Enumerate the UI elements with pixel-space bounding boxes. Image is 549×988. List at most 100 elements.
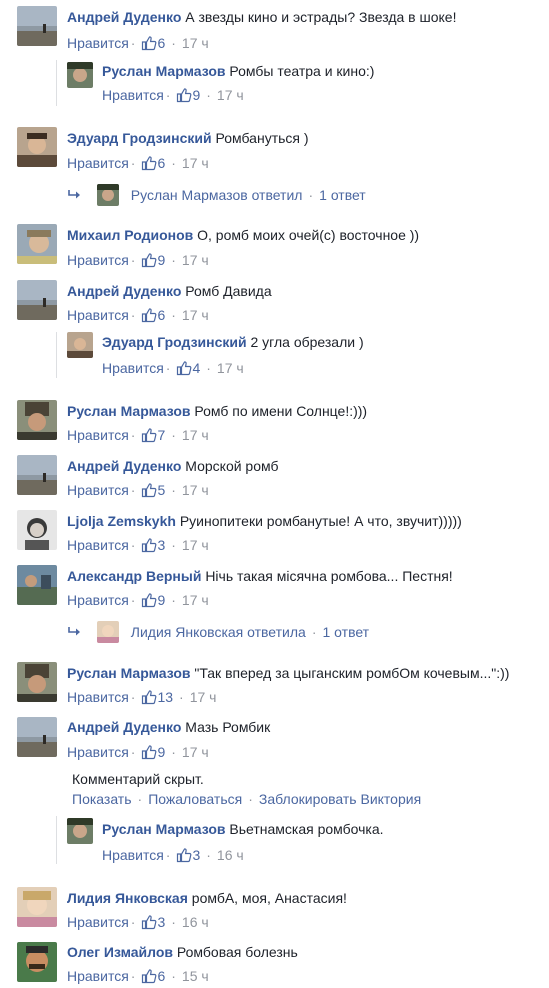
author-link[interactable]: Олег Измайлов	[67, 944, 173, 960]
report-link[interactable]: Пожаловаться	[148, 791, 242, 807]
avatar[interactable]	[17, 455, 57, 495]
like-button[interactable]: Нравится	[67, 914, 129, 930]
timestamp[interactable]: 17 ч	[182, 482, 209, 498]
avatar[interactable]	[17, 127, 57, 167]
timestamp[interactable]: 17 ч	[182, 35, 209, 51]
like-count[interactable]: 9	[157, 252, 165, 268]
timestamp[interactable]: 17 ч	[217, 87, 244, 103]
timestamp[interactable]: 16 ч	[182, 914, 209, 930]
author-link[interactable]: Эдуард Гродзинский	[67, 130, 212, 146]
timestamp[interactable]: 17 ч	[182, 744, 209, 760]
thumbs-up-icon	[142, 156, 157, 171]
comment-text: Нічь такая місячна ромбова... Пестня!	[205, 568, 453, 584]
comment-actions: Нравится · 3 · 16 ч	[102, 847, 244, 863]
like-count[interactable]: 5	[157, 482, 165, 498]
avatar[interactable]	[67, 62, 93, 88]
like-count[interactable]: 13	[157, 689, 173, 705]
author-link[interactable]: Андрей Дуденко	[67, 719, 181, 735]
show-link[interactable]: Показать	[72, 791, 132, 807]
avatar[interactable]	[67, 332, 93, 358]
like-button[interactable]: Нравится	[102, 87, 164, 103]
like-button[interactable]: Нравится	[67, 427, 129, 443]
like-button[interactable]: Нравится	[102, 360, 164, 376]
like-count[interactable]: 9	[157, 744, 165, 760]
block-link[interactable]: Заблокировать Виктория	[259, 791, 421, 807]
avatar[interactable]	[17, 887, 57, 927]
like-button[interactable]: Нравится	[67, 155, 129, 171]
thumbs-up-icon	[142, 253, 157, 268]
thumbs-up-icon	[177, 88, 192, 103]
avatar[interactable]	[17, 565, 57, 605]
comment-body: Андрей Дуденко Морской ромб	[67, 457, 279, 475]
comment-body: Эдуард Гродзинский 2 угла обрезали )	[102, 333, 364, 351]
timestamp[interactable]: 17 ч	[182, 307, 209, 323]
like-count[interactable]: 4	[192, 360, 200, 376]
reply-count[interactable]: 1 ответ	[319, 187, 366, 203]
like-button[interactable]: Нравится	[67, 744, 129, 760]
like-count[interactable]: 3	[192, 847, 200, 863]
like-count[interactable]: 6	[157, 968, 165, 984]
like-button[interactable]: Нравится	[67, 968, 129, 984]
avatar[interactable]	[17, 942, 57, 982]
author-link[interactable]: Лидия Янковская	[67, 890, 188, 906]
author-link[interactable]: Александр Верный	[67, 568, 201, 584]
like-button[interactable]: Нравится	[67, 35, 129, 51]
author-link[interactable]: Ljolja Zemskykh	[67, 513, 176, 529]
avatar[interactable]	[17, 280, 57, 320]
avatar[interactable]	[67, 818, 93, 844]
comment-text: ромбА, моя, Анастасия!	[191, 890, 347, 906]
avatar[interactable]	[17, 400, 57, 440]
author-link[interactable]: Руслан Мармазов	[102, 821, 225, 837]
like-button[interactable]: Нравится	[67, 689, 129, 705]
like-button[interactable]: Нравится	[67, 307, 129, 323]
comment-text: Ромбовая болезнь	[176, 944, 298, 960]
reply-author[interactable]: Лидия Янковская	[131, 624, 243, 640]
avatar[interactable]	[17, 6, 57, 46]
author-link[interactable]: Руслан Мармазов	[102, 63, 225, 79]
author-link[interactable]: Руслан Мармазов	[67, 403, 190, 419]
like-count[interactable]: 6	[157, 35, 165, 51]
timestamp[interactable]: 17 ч	[182, 155, 209, 171]
author-link[interactable]: Андрей Дуденко	[67, 9, 181, 25]
avatar[interactable]	[17, 224, 57, 264]
avatar[interactable]	[17, 510, 57, 550]
timestamp[interactable]: 16 ч	[217, 847, 244, 863]
author-link[interactable]: Михаил Родионов	[67, 227, 193, 243]
timestamp[interactable]: 15 ч	[182, 968, 209, 984]
like-button[interactable]: Нравится	[67, 592, 129, 608]
like-count[interactable]: 7	[157, 427, 165, 443]
author-link[interactable]: Андрей Дуденко	[67, 283, 181, 299]
comment-actions: Нравится · 5 · 17 ч	[67, 482, 209, 498]
author-link[interactable]: Андрей Дуденко	[67, 458, 181, 474]
timestamp[interactable]: 17 ч	[182, 592, 209, 608]
like-count[interactable]: 9	[157, 592, 165, 608]
comment-body: Ljolja Zemskykh Руинопитеки ромбанутые! …	[67, 512, 462, 530]
reply-verb: ответила	[247, 624, 306, 640]
like-count[interactable]: 3	[157, 914, 165, 930]
comment-actions: Нравится · 9 · 17 ч	[67, 744, 209, 760]
like-button[interactable]: Нравится	[67, 252, 129, 268]
avatar[interactable]	[17, 662, 57, 702]
timestamp[interactable]: 17 ч	[190, 689, 217, 705]
avatar	[96, 184, 119, 206]
like-button[interactable]: Нравится	[67, 537, 129, 553]
reply-author[interactable]: Руслан Мармазов	[131, 187, 248, 203]
timestamp[interactable]: 17 ч	[182, 537, 209, 553]
like-button[interactable]: Нравится	[102, 847, 164, 863]
comment-actions: Нравится · 6 · 15 ч	[67, 968, 209, 984]
like-button[interactable]: Нравится	[67, 482, 129, 498]
author-link[interactable]: Руслан Мармазов	[67, 665, 190, 681]
timestamp[interactable]: 17 ч	[217, 360, 244, 376]
comment-actions: Нравится · 9 · 17 ч	[67, 592, 209, 608]
timestamp[interactable]: 17 ч	[182, 252, 209, 268]
like-count[interactable]: 6	[157, 307, 165, 323]
view-replies-link[interactable]: Руслан Мармазов ответил · 1 ответ	[67, 184, 366, 206]
like-count[interactable]: 3	[157, 537, 165, 553]
author-link[interactable]: Эдуард Гродзинский	[102, 334, 247, 350]
avatar[interactable]	[17, 717, 57, 757]
view-replies-link[interactable]: Лидия Янковская ответила · 1 ответ	[67, 621, 369, 643]
reply-count[interactable]: 1 ответ	[323, 624, 370, 640]
like-count[interactable]: 6	[157, 155, 165, 171]
like-count[interactable]: 9	[192, 87, 200, 103]
timestamp[interactable]: 17 ч	[182, 427, 209, 443]
